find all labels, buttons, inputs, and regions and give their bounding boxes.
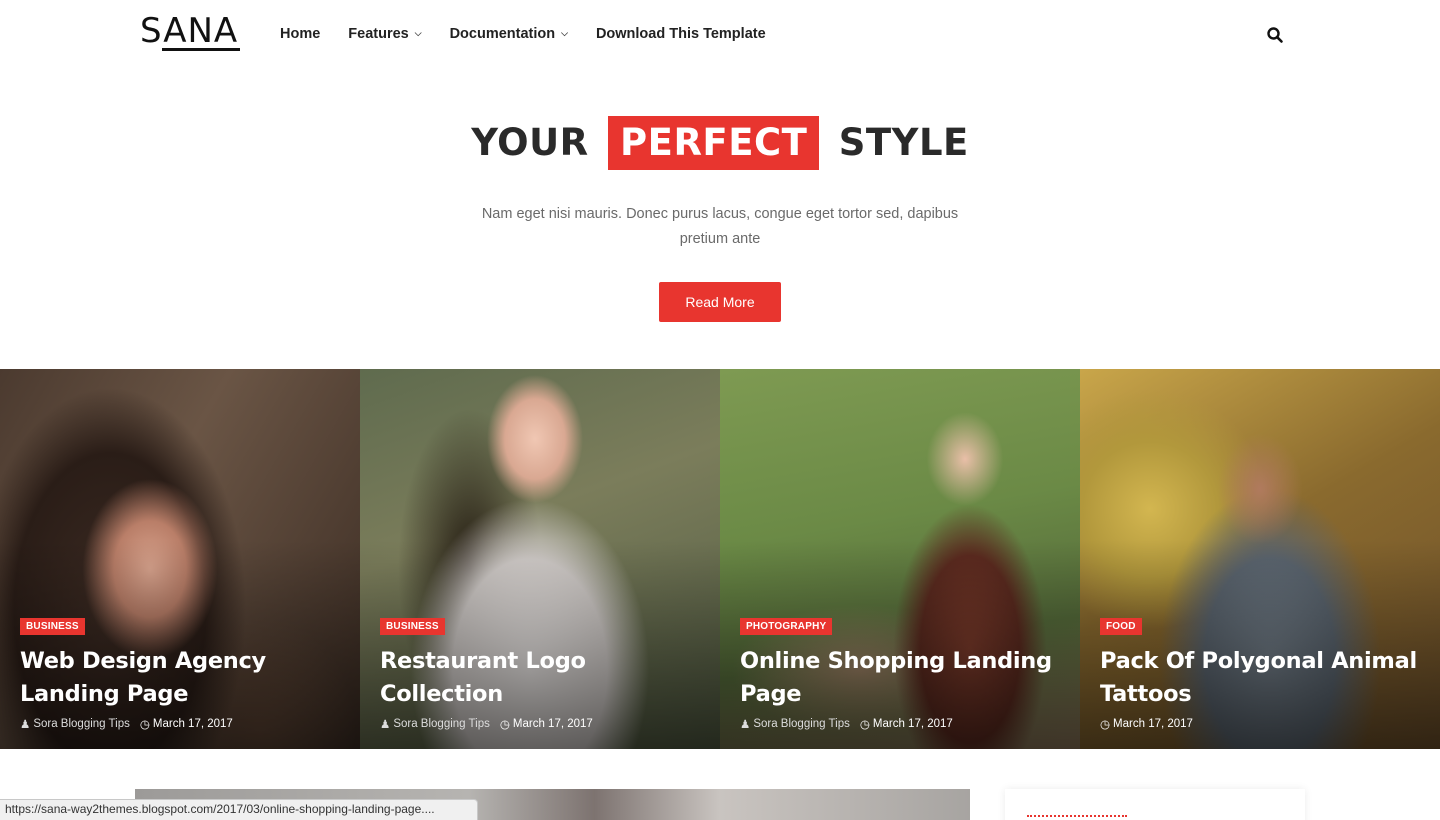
post-author[interactable]: ♟ Sora Blogging Tips (20, 717, 130, 731)
clock-icon: ◷ (499, 719, 510, 731)
nav-item-features[interactable]: Features ⌵ (348, 24, 421, 44)
nav-label: Home (280, 26, 321, 42)
post-meta: ◷ March 17, 2017 (1100, 717, 1420, 731)
chevron-down-icon: ⌵ (561, 27, 568, 38)
nav-item-download[interactable]: Download This Template (596, 24, 766, 44)
hero-title-highlight: PERFECT (608, 116, 820, 170)
category-badge[interactable]: PHOTOGRAPHY (740, 618, 833, 635)
nav-label: Documentation (449, 26, 556, 42)
site-header: SANA Home Features ⌵ Documentation ⌵ Downl… (0, 0, 1440, 68)
date-text: March 17, 2017 (512, 718, 593, 730)
hero-title-post: STYLE (838, 121, 969, 164)
chevron-down-icon: ⌵ (414, 27, 422, 38)
user-icon: ♟ (740, 719, 751, 731)
sidebar-widget (1005, 789, 1305, 820)
clock-icon: ◷ (859, 719, 870, 731)
nav-item-documentation[interactable]: Documentation ⌵ (450, 24, 568, 44)
search-icon[interactable] (1266, 26, 1284, 44)
site-logo[interactable]: SANA (140, 12, 244, 52)
main-nav: Home Features ⌵ Documentation ⌵ Download T… (280, 24, 794, 44)
card-info: BUSINESS Web Design Agency Landing Page … (20, 616, 340, 731)
post-meta: ♟ Sora Blogging Tips ◷ March 17, 2017 (20, 717, 340, 731)
post-date: ◷ March 17, 2017 (1100, 717, 1193, 731)
category-badge[interactable]: BUSINESS (20, 618, 85, 635)
author-name: Sora Blogging Tips (393, 718, 490, 730)
post-title[interactable]: Online Shopping Landing Page (740, 645, 1060, 711)
hero-title: YOUR PERFECT STYLE (0, 116, 1440, 170)
date-text: March 17, 2017 (152, 718, 233, 730)
user-icon: ♟ (20, 719, 31, 731)
post-title[interactable]: Web Design Agency Landing Page (20, 645, 340, 711)
nav-label: Download This Template (595, 26, 766, 42)
post-author[interactable]: ♟ Sora Blogging Tips (740, 717, 850, 731)
clock-icon: ◷ (1100, 719, 1111, 731)
card-info: FOOD Pack Of Polygonal Animal Tattoos ◷ M… (1100, 616, 1420, 731)
post-date: ◷ March 17, 2017 (140, 717, 233, 731)
clock-icon: ◷ (139, 719, 150, 731)
post-meta: ♟ Sora Blogging Tips ◷ March 17, 2017 (740, 717, 1060, 731)
post-meta: ♟ Sora Blogging Tips ◷ March 17, 2017 (380, 717, 700, 731)
post-date: ◷ March 17, 2017 (500, 717, 593, 731)
nav-item-home[interactable]: Home (280, 24, 320, 44)
widget-title-mark (1027, 815, 1127, 818)
post-title[interactable]: Restaurant Logo Collection (380, 645, 700, 711)
nav-label: Features (348, 26, 409, 42)
featured-card[interactable]: FOOD Pack Of Polygonal Animal Tattoos ◷ M… (1080, 369, 1440, 749)
featured-card[interactable]: BUSINESS Web Design Agency Landing Page … (0, 369, 360, 749)
card-info: BUSINESS Restaurant Logo Collection ♟ Sor… (380, 616, 700, 731)
link-status-bar: https://sana-way2themes.blogspot.com/201… (0, 799, 478, 820)
author-name: Sora Blogging Tips (753, 718, 850, 730)
date-text: March 17, 2017 (872, 718, 953, 730)
post-author[interactable]: ♟ Sora Blogging Tips (380, 717, 490, 731)
date-text: March 17, 2017 (1113, 718, 1193, 730)
featured-card[interactable]: PHOTOGRAPHY Online Shopping Landing Page… (720, 369, 1080, 749)
user-icon: ♟ (380, 719, 391, 731)
read-more-button[interactable]: Read More (659, 282, 781, 322)
featured-card[interactable]: BUSINESS Restaurant Logo Collection ♟ Sor… (360, 369, 720, 749)
featured-posts: BUSINESS Web Design Agency Landing Page … (0, 369, 1440, 749)
author-name: Sora Blogging Tips (33, 718, 130, 730)
hero-subtitle: Nam eget nisi mauris. Donec purus lacus,… (481, 206, 959, 247)
post-title[interactable]: Pack Of Polygonal Animal Tattoos (1100, 645, 1420, 711)
card-info: PHOTOGRAPHY Online Shopping Landing Page… (740, 616, 1060, 731)
category-badge[interactable]: FOOD (1100, 618, 1142, 635)
post-date: ◷ March 17, 2017 (860, 717, 953, 731)
logo-text: SANA (140, 11, 239, 51)
logo-underline (162, 48, 240, 51)
hero-title-pre: YOUR (471, 121, 589, 164)
category-badge[interactable]: BUSINESS (380, 618, 445, 635)
